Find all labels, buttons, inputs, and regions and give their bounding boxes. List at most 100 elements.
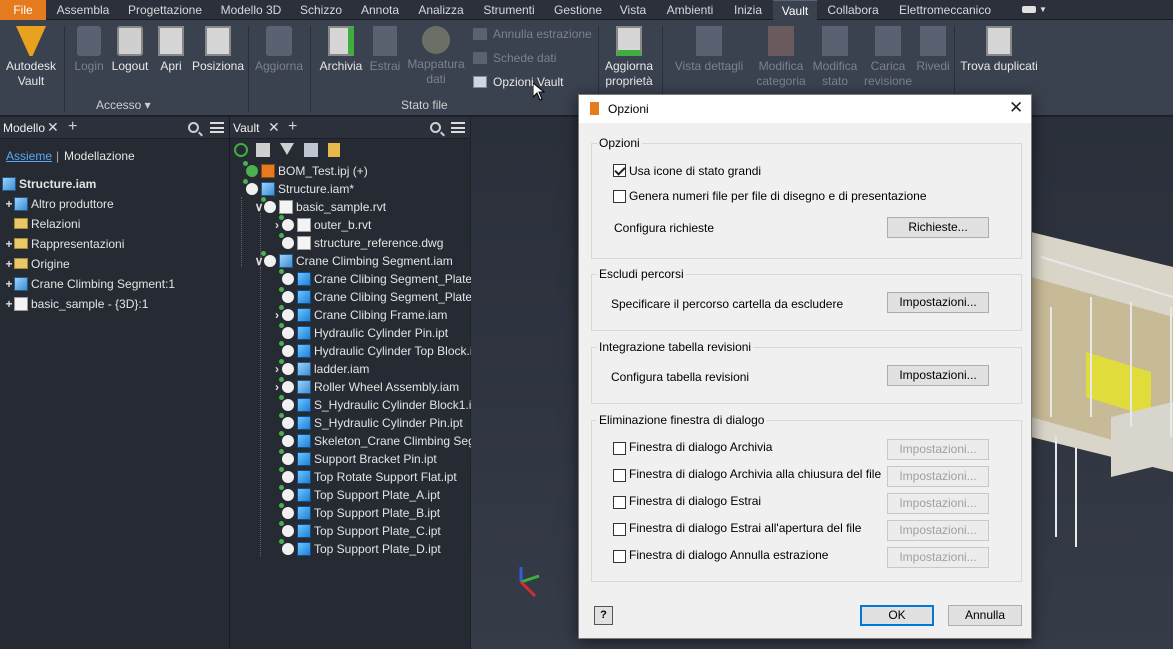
tab-analizza[interactable]: Analizza [413, 0, 469, 20]
vault-item-s-cylinder-block[interactable]: S_Hydraulic Cylinder Block1.ipt [272, 395, 481, 414]
tab-gestione[interactable]: Gestione [549, 0, 607, 20]
vault-item-frame[interactable]: › Crane Clibing Frame.iam [272, 305, 447, 324]
add-icon[interactable]: + [288, 118, 297, 136]
expand-icon[interactable]: + [4, 195, 14, 213]
vault-item-top-support-a[interactable]: Top Support Plate_A.ipt [272, 485, 440, 504]
vault-item-structure-reference[interactable]: structure_reference.dwg [272, 233, 443, 252]
expand-icon[interactable]: + [4, 275, 14, 293]
impostazioni-archivia-chiusura-button[interactable]: Impostazioni... [887, 466, 989, 487]
vault-item-s-cylinder-pin[interactable]: S_Hydraulic Cylinder Pin.ipt [272, 413, 463, 432]
archivia-button[interactable]: Archivia [316, 26, 366, 74]
expand-icon[interactable]: + [4, 235, 14, 253]
tree-item-basic-sample[interactable]: + basic_sample - {3D}:1 [4, 295, 148, 313]
add-icon[interactable]: + [68, 118, 77, 136]
tree-item-rappresentazioni[interactable]: + Rappresentazioni [4, 235, 124, 253]
menu-icon[interactable] [451, 122, 465, 133]
vista-dettagli-button[interactable]: Vista dettagli [666, 26, 752, 74]
logout-button[interactable]: Logout [110, 26, 150, 74]
tab-assieme[interactable]: Assieme [6, 147, 52, 165]
vault-item-top-support-b[interactable]: Top Support Plate_B.ipt [272, 503, 440, 522]
group-accesso-label[interactable]: Accesso ▾ [96, 98, 151, 112]
vault-item-bom-test[interactable]: BOM_Test.ipj (+) [236, 161, 368, 180]
richieste-button[interactable]: Richieste... [887, 217, 989, 238]
tree-item-origine[interactable]: + Origine [4, 255, 69, 273]
login-button[interactable]: Login [70, 26, 108, 74]
annulla-button[interactable]: Annulla [948, 605, 1022, 626]
impostazioni-escludi-button[interactable]: Impostazioni... [887, 292, 989, 313]
aggiorna-proprieta-button[interactable]: Aggiorna proprietà [600, 26, 658, 89]
properties-icon[interactable] [304, 143, 318, 157]
opzioni-vault-button[interactable]: Opzioni Vault [473, 74, 563, 90]
close-icon[interactable]: ✕ [1009, 98, 1023, 118]
checkbox-archivia[interactable] [613, 442, 626, 455]
clipboard-icon[interactable] [328, 143, 340, 157]
search-icon[interactable] [188, 122, 199, 133]
vault-item-support-bracket-pin[interactable]: Support Bracket Pin.ipt [272, 449, 437, 468]
checkbox-estrai-apertura[interactable] [613, 523, 626, 536]
filter-icon[interactable] [280, 143, 294, 155]
impostazioni-estrai-button[interactable]: Impostazioni... [887, 493, 989, 514]
profile-dropdown[interactable]: ▼ [1020, 4, 1047, 16]
help-button[interactable]: ? [594, 606, 613, 625]
checkbox-annulla-estrazione[interactable] [613, 550, 626, 563]
schede-dati-button[interactable]: Schede dati [473, 50, 556, 66]
vault-item-skeleton[interactable]: Skeleton_Crane Climbing Segment [272, 431, 501, 450]
vault-item-plate-a[interactable]: Crane Clibing Segment_PlateA.ipt [272, 269, 496, 288]
checkbox-archivia-chiusura[interactable] [613, 469, 626, 482]
vault-item-basic-sample[interactable]: ∨ basic_sample.rvt [254, 197, 386, 216]
tab-ambienti[interactable]: Ambienti [659, 0, 721, 20]
carica-revisione-button[interactable]: Carica revisione [862, 26, 914, 89]
tab-schizzo[interactable]: Schizzo [295, 0, 347, 20]
vault-item-ladder[interactable]: › ladder.iam [272, 359, 369, 378]
search-icon[interactable] [430, 122, 441, 133]
tab-elettromeccanico[interactable]: Elettromeccanico [892, 0, 998, 20]
vault-item-top-support-d[interactable]: Top Support Plate_D.ipt [272, 539, 441, 558]
tab-file[interactable]: File [0, 0, 46, 20]
vault-item-crane-climbing-segment[interactable]: ∨ Crane Climbing Segment.iam [254, 251, 453, 270]
refresh-icon[interactable] [234, 143, 248, 157]
vault-item-cylinder-top-block[interactable]: Hydraulic Cylinder Top Block.ipt [272, 341, 483, 360]
tab-modello-3d[interactable]: Modello 3D [214, 0, 288, 20]
mappatura-dati-button[interactable]: Mappatura dati [404, 26, 468, 87]
tree-item-altro-produttore[interactable]: + Altro produttore [4, 195, 114, 213]
impostazioni-estrai-apertura-button[interactable]: Impostazioni... [887, 520, 989, 541]
tab-assembla[interactable]: Assembla [50, 0, 116, 20]
tab-inizia[interactable]: Inizia [728, 0, 768, 20]
expand-icon[interactable]: + [4, 295, 14, 313]
expand-icon[interactable]: + [4, 255, 14, 273]
vault-item-plate-b[interactable]: Crane Clibing Segment_PlateB.ipt [272, 287, 496, 306]
vault-item-cylinder-pin[interactable]: Hydraulic Cylinder Pin.ipt [272, 323, 448, 342]
close-icon[interactable]: ✕ [47, 119, 59, 136]
tab-vista[interactable]: Vista [614, 0, 652, 20]
tab-collabora[interactable]: Collabora [822, 0, 884, 20]
checkbox-genera-numeri[interactable] [613, 190, 626, 203]
trova-duplicati-button[interactable]: Trova duplicati [958, 26, 1040, 74]
tab-strumenti[interactable]: Strumenti [476, 0, 542, 20]
aggiorna-button[interactable]: Aggiorna [252, 26, 306, 74]
estrai-button[interactable]: Estrai [368, 26, 402, 74]
checkbox-estrai[interactable] [613, 496, 626, 509]
tab-progettazione[interactable]: Progettazione [122, 0, 208, 20]
filter-options-icon[interactable] [256, 143, 270, 157]
tab-vault[interactable]: Vault [773, 0, 817, 20]
tab-annota[interactable]: Annota [354, 0, 406, 20]
checkbox-icone-stato[interactable] [613, 164, 626, 177]
autodesk-vault-button[interactable]: Autodesk Vault [2, 26, 60, 89]
vault-item-roller-wheel[interactable]: › Roller Wheel Assembly.iam [272, 377, 459, 396]
ok-button[interactable]: OK [860, 605, 934, 626]
impostazioni-revisioni-button[interactable]: Impostazioni... [887, 365, 989, 386]
impostazioni-annulla-button[interactable]: Impostazioni... [887, 547, 989, 568]
menu-icon[interactable] [210, 122, 224, 133]
vault-item-top-rotate-support[interactable]: Top Rotate Support Flat.ipt [272, 467, 457, 486]
tab-modellazione[interactable]: Modellazione [64, 147, 135, 165]
apri-button[interactable]: Apri [153, 26, 189, 74]
tree-item-structure[interactable]: Structure.iam [2, 175, 96, 193]
impostazioni-archivia-button[interactable]: Impostazioni... [887, 439, 989, 460]
vault-item-structure[interactable]: Structure.iam* [236, 179, 354, 198]
tree-item-crane-climbing-segment[interactable]: + Crane Climbing Segment:1 [4, 275, 175, 293]
close-icon[interactable]: ✕ [268, 119, 280, 136]
posiziona-button[interactable]: Posiziona [191, 26, 245, 74]
modifica-categoria-button[interactable]: Modifica categoria [754, 26, 808, 89]
vault-item-outer-b[interactable]: › outer_b.rvt [272, 215, 371, 234]
modifica-stato-button[interactable]: Modifica stato [810, 26, 860, 89]
